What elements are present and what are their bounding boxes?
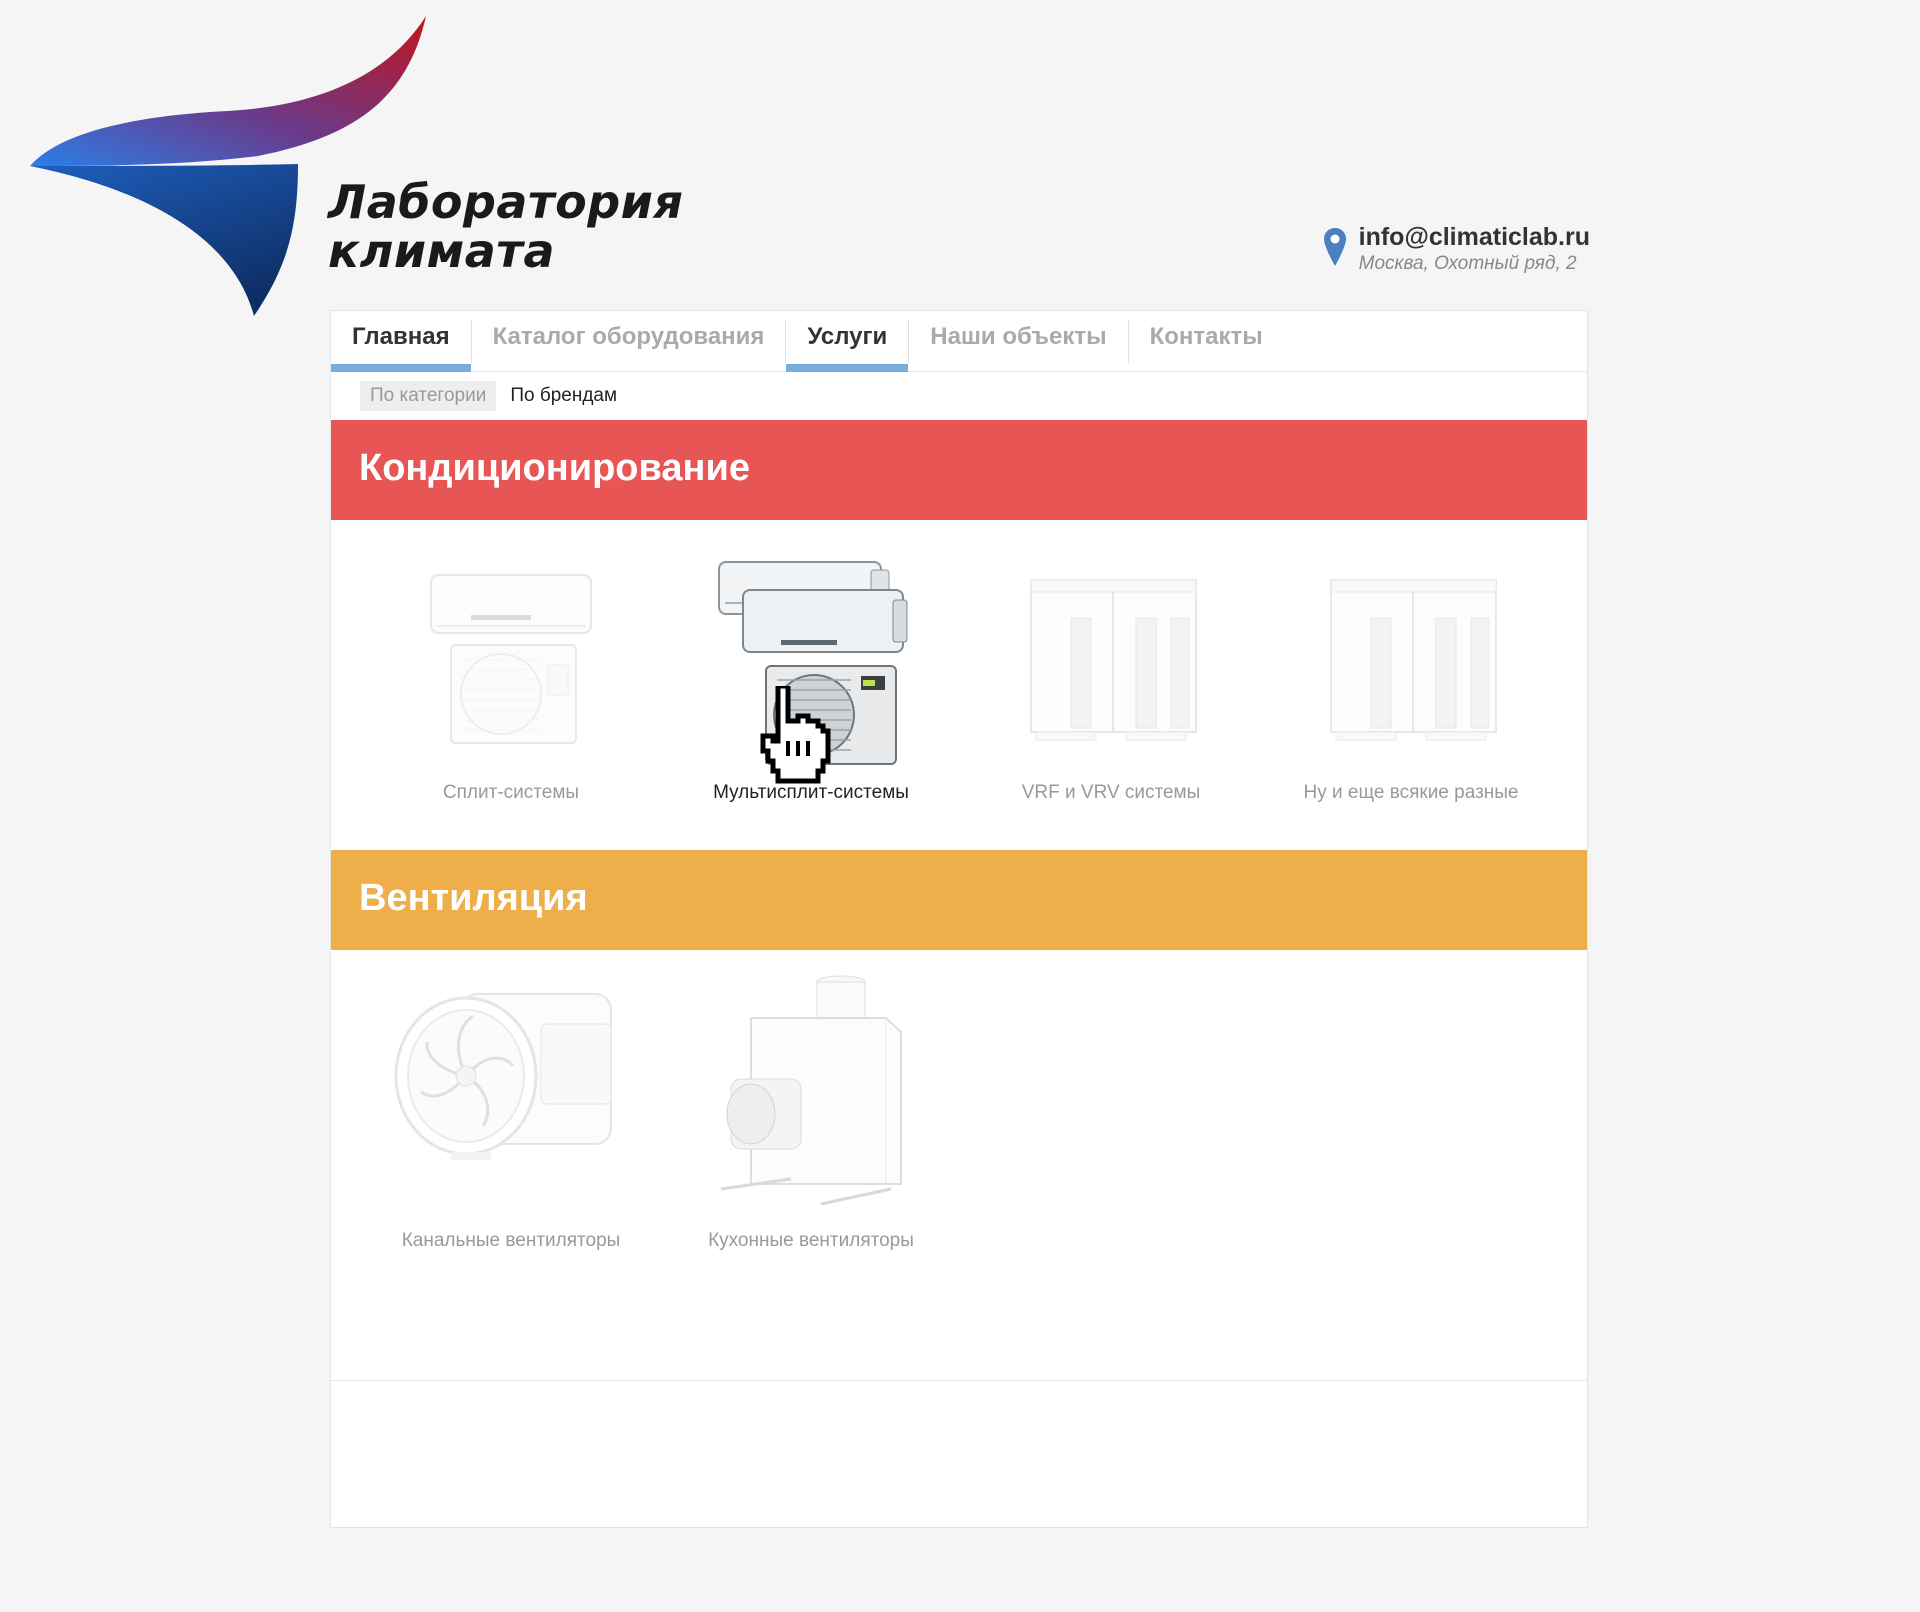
section-header-conditioning: Кондиционирование bbox=[331, 420, 1587, 520]
nav-item-contacts[interactable]: Контакты bbox=[1129, 311, 1284, 371]
contact-address: Москва, Охотный ряд, 2 bbox=[1358, 253, 1577, 274]
brand-name-line1: Лаборатория bbox=[328, 175, 684, 229]
section-header-ventilation: Вентиляция bbox=[331, 850, 1587, 950]
split-system-icon bbox=[430, 574, 592, 744]
vrf-unit-icon bbox=[1030, 579, 1197, 741]
brand-name-line2: климата bbox=[328, 224, 555, 278]
map-pin-icon bbox=[1323, 228, 1346, 266]
ventilation-items: Канальные вентиляторы Кухонные вентилято… bbox=[331, 950, 1587, 1380]
logo-text[interactable]: Лаборатория климата bbox=[328, 178, 683, 276]
subnav-by-brand[interactable]: По брендам bbox=[500, 381, 627, 411]
nav-item-catalog[interactable]: Каталог оборудования bbox=[472, 311, 786, 371]
nav-item-home[interactable]: Главная bbox=[331, 311, 471, 372]
category-label: Канальные вентиляторы bbox=[401, 1230, 621, 1251]
subnav-by-category[interactable]: По категории bbox=[360, 381, 497, 411]
hand-cursor-icon bbox=[760, 686, 831, 784]
category-multisplit-systems[interactable]: Мультисплит-системы bbox=[661, 520, 961, 850]
contact-email[interactable]: info@climaticlab.ru bbox=[1359, 222, 1590, 252]
duct-fan-icon bbox=[394, 993, 612, 1160]
contact-block: info@climaticlab.ru Москва, Охотный ряд,… bbox=[1323, 222, 1590, 276]
category-label: Кухонные вентиляторы bbox=[708, 1230, 914, 1251]
category-duct-fans[interactable]: Канальные вентиляторы bbox=[361, 950, 661, 1380]
conditioning-items: Сплит-системы Мультисплит-системы VRF и … bbox=[331, 520, 1587, 850]
category-vrf-vrv-systems[interactable]: VRF и VRV системы bbox=[961, 520, 1261, 850]
category-label: Ну и еще всякие разные bbox=[1303, 782, 1519, 803]
catalog-subnav: По категории По брендам bbox=[331, 372, 1587, 420]
category-label: VRF и VRV системы bbox=[1021, 782, 1201, 803]
category-split-systems[interactable]: Сплит-системы bbox=[361, 520, 661, 850]
main-nav: Главная Каталог оборудования Услуги Наши… bbox=[331, 311, 1587, 372]
category-kitchen-fans[interactable]: Кухонные вентиляторы bbox=[661, 950, 961, 1380]
kitchen-fan-icon bbox=[720, 975, 902, 1206]
main-panel: Главная Каталог оборудования Услуги Наши… bbox=[330, 310, 1588, 1528]
category-other[interactable]: Ну и еще всякие разные bbox=[1261, 520, 1561, 850]
nav-item-services[interactable]: Услуги bbox=[786, 311, 909, 372]
category-label: Сплит-системы bbox=[442, 782, 580, 803]
vrf-unit-icon bbox=[1330, 579, 1497, 741]
panel-footer-divider bbox=[331, 1380, 1587, 1381]
nav-item-objects[interactable]: Наши объекты bbox=[909, 311, 1127, 371]
